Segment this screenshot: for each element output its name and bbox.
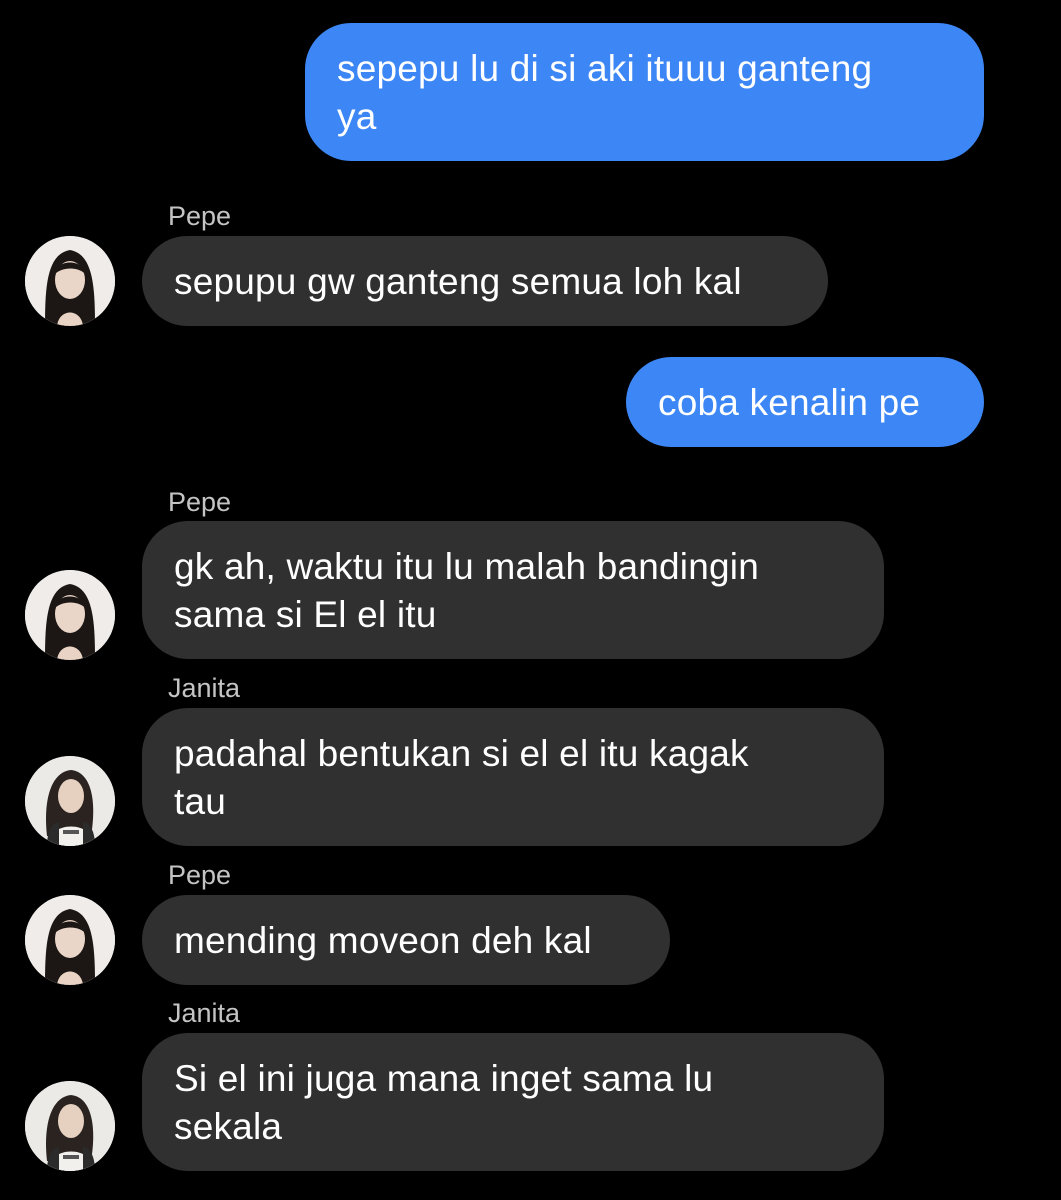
incoming-message-bubble[interactable]: mending moveon deh kal [142,895,670,985]
incoming-message-bubble[interactable]: gk ah, waktu itu lu malah bandingin sama… [142,521,884,659]
pepe-avatar-image [25,236,115,326]
incoming-message-bubble[interactable]: padahal bentukan si el el itu kagak tau [142,708,884,846]
sender-name: Janita [168,673,241,703]
incoming-message-bubble[interactable]: sepupu gw ganteng semua loh kal [142,236,828,326]
sender-name: Pepe [168,201,232,231]
sender-name: Pepe [168,487,232,517]
pepe-avatar[interactable] [25,236,115,326]
pepe-avatar-image [25,570,115,660]
janita-avatar-image [25,1081,115,1171]
incoming-message-bubble[interactable]: Si el ini juga mana inget sama lu sekala [142,1033,884,1171]
pepe-avatar[interactable] [25,895,115,985]
outgoing-message-bubble[interactable]: coba kenalin pe [626,357,984,447]
janita-avatar[interactable] [25,756,115,846]
sender-name: Pepe [168,860,232,890]
janita-avatar-image [25,756,115,846]
sender-name: Janita [168,998,241,1028]
outgoing-message-bubble[interactable]: sepepu lu di si aki ituuu ganteng ya [305,23,984,161]
pepe-avatar-image [25,895,115,985]
chat-thread: sepepu lu di si aki ituuu ganteng ya Pep… [0,0,1061,1200]
pepe-avatar[interactable] [25,570,115,660]
janita-avatar[interactable] [25,1081,115,1171]
